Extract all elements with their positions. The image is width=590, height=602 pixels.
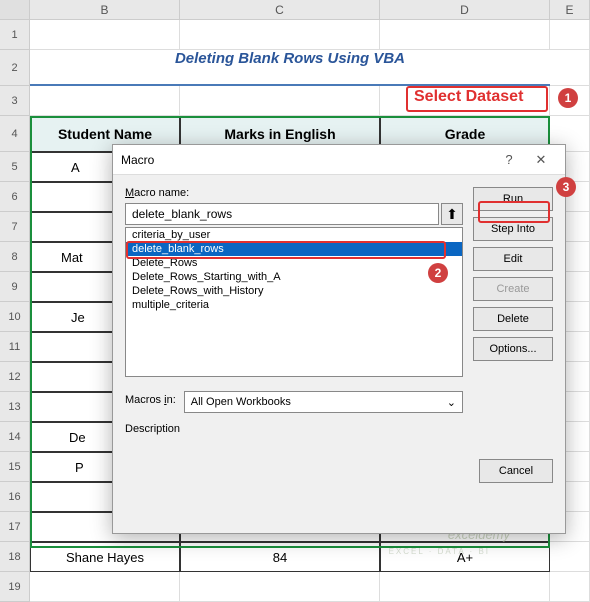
select-all-corner[interactable] <box>0 0 30 19</box>
annotation-list-selection <box>126 241 446 259</box>
dialog-title: Macro <box>121 153 493 167</box>
column-headers: B C D E <box>0 0 590 20</box>
row-header[interactable]: 7 <box>0 212 30 242</box>
row-header[interactable]: 18 <box>0 542 30 572</box>
row-header[interactable]: 6 <box>0 182 30 212</box>
macro-name-input[interactable] <box>125 203 439 225</box>
row-header[interactable]: 5 <box>0 152 30 182</box>
description-label: Description <box>125 423 463 435</box>
row-header[interactable]: 2 <box>0 50 30 86</box>
row-header[interactable]: 10 <box>0 302 30 332</box>
row-header[interactable]: 12 <box>0 362 30 392</box>
macros-in-select[interactable]: All Open Workbooks ⌄ <box>184 391 463 413</box>
row-header[interactable]: 9 <box>0 272 30 302</box>
annotation-badge-2: 2 <box>428 263 448 283</box>
dialog-titlebar[interactable]: Macro ? ✕ <box>113 145 565 175</box>
macro-name-label: Macro name: <box>125 187 463 199</box>
row-header[interactable]: 4 <box>0 116 30 152</box>
row-header[interactable]: 14 <box>0 422 30 452</box>
col-header-c[interactable]: C <box>180 0 380 19</box>
row-header[interactable]: 3 <box>0 86 30 116</box>
options-button[interactable]: Options... <box>473 337 553 361</box>
macros-in-label: Macros in: <box>125 394 176 406</box>
watermark-sub: EXCEL · DATA · BI <box>389 547 490 556</box>
help-icon[interactable]: ? <box>493 146 525 174</box>
edit-button[interactable]: Edit <box>473 247 553 271</box>
col-header-e[interactable]: E <box>550 0 590 19</box>
delete-button[interactable]: Delete <box>473 307 553 331</box>
chevron-down-icon: ⌄ <box>447 396 456 409</box>
table-cell-name: Shane Hayes <box>30 542 180 572</box>
row-headers: 1 2 3 4 5 6 7 8 9 10 11 12 13 14 15 16 1… <box>0 20 30 602</box>
col-header-b[interactable]: B <box>30 0 180 19</box>
row-header[interactable]: 8 <box>0 242 30 272</box>
macro-list[interactable]: criteria_by_user delete_blank_rows Delet… <box>125 227 463 377</box>
macro-list-item[interactable]: criteria_by_user <box>126 228 462 242</box>
row-header[interactable]: 11 <box>0 332 30 362</box>
row-header[interactable]: 17 <box>0 512 30 542</box>
macro-list-item[interactable]: Delete_Rows_with_History <box>126 284 462 298</box>
close-icon[interactable]: ✕ <box>525 146 557 174</box>
col-header-d[interactable]: D <box>380 0 550 19</box>
row-header[interactable]: 13 <box>0 392 30 422</box>
cancel-button[interactable]: Cancel <box>479 459 553 483</box>
table-cell-marks: 84 <box>180 542 380 572</box>
macro-list-item[interactable]: Delete_Rows_Starting_with_A <box>126 270 462 284</box>
row-header[interactable]: 1 <box>0 20 30 50</box>
row-header[interactable]: 19 <box>0 572 30 602</box>
annotation-badge-3: 3 <box>556 177 576 197</box>
annotation-run-box <box>478 201 550 223</box>
sheet-title: Deleting Blank Rows Using VBA <box>30 50 550 86</box>
annotation-badge-1: 1 <box>558 88 578 108</box>
row-header[interactable]: 15 <box>0 452 30 482</box>
annotation-select-dataset-label: Select Dataset <box>414 88 523 106</box>
row-header[interactable]: 16 <box>0 482 30 512</box>
create-button: Create <box>473 277 553 301</box>
collapse-icon[interactable]: ⬆ <box>441 203 463 225</box>
macro-list-item[interactable]: multiple_criteria <box>126 298 462 312</box>
